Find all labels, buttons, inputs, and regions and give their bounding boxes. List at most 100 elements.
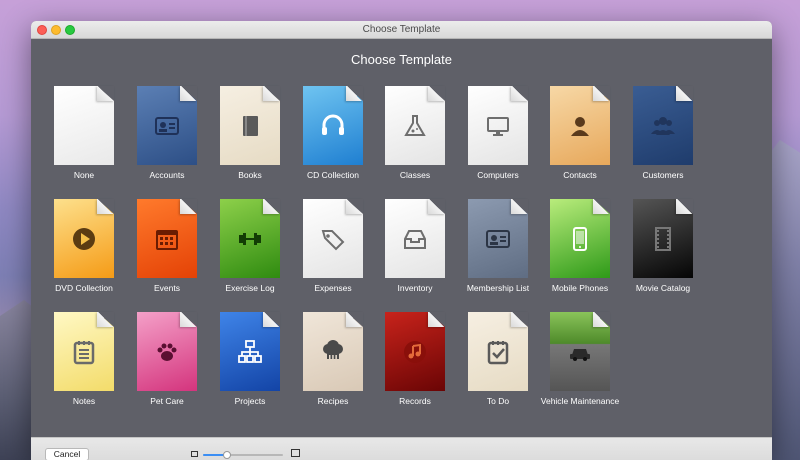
page-corner-fold	[511, 312, 528, 327]
template-label: Events	[154, 283, 180, 293]
template-thumbnail	[54, 86, 114, 165]
checklist-icon	[483, 337, 513, 367]
template-label: None	[73, 170, 95, 180]
page-corner-fold	[428, 86, 445, 101]
page-corner-fold	[428, 199, 445, 214]
template-thumbnail	[303, 86, 363, 165]
page-corner-fold	[676, 86, 693, 101]
template-thumbnail	[385, 312, 445, 391]
thumbnail-size-slider[interactable]	[203, 451, 283, 459]
page-corner-fold	[593, 312, 610, 327]
page-corner-fold	[263, 86, 280, 101]
template-label: Recipes	[317, 396, 349, 406]
page-corner-fold	[676, 199, 693, 214]
template-thumbnail	[54, 199, 114, 278]
page-corner-fold	[180, 199, 197, 214]
dialog-footer: Cancel	[31, 437, 772, 460]
calendar-icon	[152, 224, 182, 254]
dialog-heading: Choose Template	[351, 52, 452, 67]
template-thumbnail	[633, 199, 693, 278]
template-label: DVD Collection	[55, 283, 113, 293]
cancel-button[interactable]: Cancel	[45, 448, 89, 460]
template-thumbnail	[550, 312, 610, 391]
template-label: Classes	[399, 170, 431, 180]
paw-icon	[152, 337, 182, 367]
template-label: Customers	[642, 170, 684, 180]
template-thumbnail	[468, 86, 528, 165]
page-corner-fold	[428, 312, 445, 327]
template-thumbnail	[220, 199, 280, 278]
page-corner-fold	[593, 199, 610, 214]
inbox-icon	[400, 224, 430, 254]
template-thumbnail	[303, 312, 363, 391]
page-corner-fold	[511, 86, 528, 101]
template-chooser-window: Choose Template Choose Template None Acco…	[31, 21, 772, 460]
dumbbell-icon	[235, 224, 265, 254]
template-label: To Do	[486, 396, 510, 406]
page-corner-fold	[511, 199, 528, 214]
window-title: Choose Template	[362, 24, 441, 35]
template-label: Books	[238, 170, 262, 180]
template-label: Contacts	[563, 170, 597, 180]
page-corner-fold	[97, 199, 114, 214]
template-label: Movie Catalog	[635, 283, 691, 293]
template-thumbnail	[385, 199, 445, 278]
people-icon	[648, 111, 678, 141]
small-thumbnail-icon	[191, 451, 198, 457]
template-label: CD Collection	[307, 170, 359, 180]
template-thumbnail	[137, 86, 197, 165]
template-label: Computers	[477, 170, 519, 180]
chef-hat-icon	[318, 337, 348, 367]
template-label: Exercise Log	[225, 283, 275, 293]
template-thumbnail	[220, 86, 280, 165]
template-label: Expenses	[314, 283, 352, 293]
template-thumbnail	[54, 312, 114, 391]
template-label: Records	[399, 396, 431, 406]
template-thumbnail	[303, 199, 363, 278]
large-thumbnail-icon	[291, 449, 300, 457]
person-icon	[565, 111, 595, 141]
template-label: Inventory	[397, 283, 433, 293]
monitor-icon	[483, 111, 513, 141]
template-thumbnail	[385, 86, 445, 165]
template-label: Accounts	[149, 170, 185, 180]
car-icon	[565, 337, 595, 367]
page-corner-fold	[346, 199, 363, 214]
phone-icon	[565, 224, 595, 254]
template-thumbnail	[468, 199, 528, 278]
id-card-icon	[483, 224, 513, 254]
template-thumbnail	[550, 86, 610, 165]
template-thumbnail	[137, 312, 197, 391]
template-label: Vehicle Maintenance	[540, 396, 620, 406]
template-thumbnail	[468, 312, 528, 391]
film-icon	[648, 224, 678, 254]
page-corner-fold	[97, 86, 114, 101]
template-thumbnail	[633, 86, 693, 165]
page-corner-fold	[180, 86, 197, 101]
template-label: Mobile Phones	[551, 283, 609, 293]
slider-thumb[interactable]	[223, 451, 231, 459]
page-corner-fold	[346, 312, 363, 327]
notepad-icon	[69, 337, 99, 367]
page-corner-fold	[180, 312, 197, 327]
template-label: Membership List	[466, 283, 530, 293]
headphones-icon	[318, 111, 348, 141]
flask-icon	[400, 111, 430, 141]
play-icon	[69, 224, 99, 254]
template-thumbnail	[220, 312, 280, 391]
book-icon	[235, 111, 265, 141]
template-label: Notes	[72, 396, 96, 406]
template-label: Pet Care	[150, 396, 184, 406]
page-corner-fold	[346, 86, 363, 101]
page-corner-fold	[263, 199, 280, 214]
music-note-icon	[400, 337, 430, 367]
title-bar[interactable]: Choose Template	[31, 21, 772, 39]
template-label: Projects	[234, 396, 266, 406]
page-corner-fold	[263, 312, 280, 327]
id-card-icon	[152, 111, 182, 141]
page-corner-fold	[97, 312, 114, 327]
org-chart-icon	[235, 337, 265, 367]
template-thumbnail	[550, 199, 610, 278]
page-corner-fold	[593, 86, 610, 101]
tag-icon	[318, 224, 348, 254]
